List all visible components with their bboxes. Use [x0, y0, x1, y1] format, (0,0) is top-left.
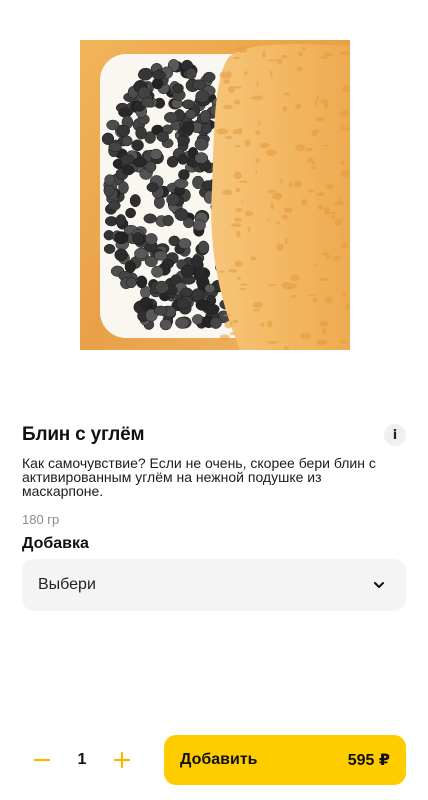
- product-image: [80, 40, 350, 350]
- product-description: Как самочувствие? Если не очень, скорее …: [22, 455, 376, 499]
- add-to-cart-button[interactable]: Добавить 595 ₽: [164, 735, 406, 785]
- quantity-value: 1: [77, 751, 87, 768]
- addon-select-value: Выбери: [38, 576, 96, 593]
- info-icon[interactable]: i: [384, 424, 406, 446]
- minus-icon[interactable]: [22, 735, 62, 785]
- quantity-stepper: 1: [22, 735, 142, 785]
- addon-select[interactable]: Выбери: [22, 559, 406, 611]
- add-button-label: Добавить: [180, 751, 258, 768]
- addon-label: Добавка: [22, 535, 89, 552]
- product-title: Блин с углём: [22, 424, 145, 445]
- plus-icon[interactable]: [102, 735, 142, 785]
- add-button-price: 595 ₽: [347, 752, 390, 769]
- cart-footer: 1 Добавить 595 ₽: [22, 735, 406, 785]
- product-weight: 180 гр: [22, 512, 60, 527]
- pancake-photo: [80, 40, 350, 350]
- chevron-down-icon: [372, 578, 386, 592]
- product-header: Блин с углём i: [22, 422, 406, 448]
